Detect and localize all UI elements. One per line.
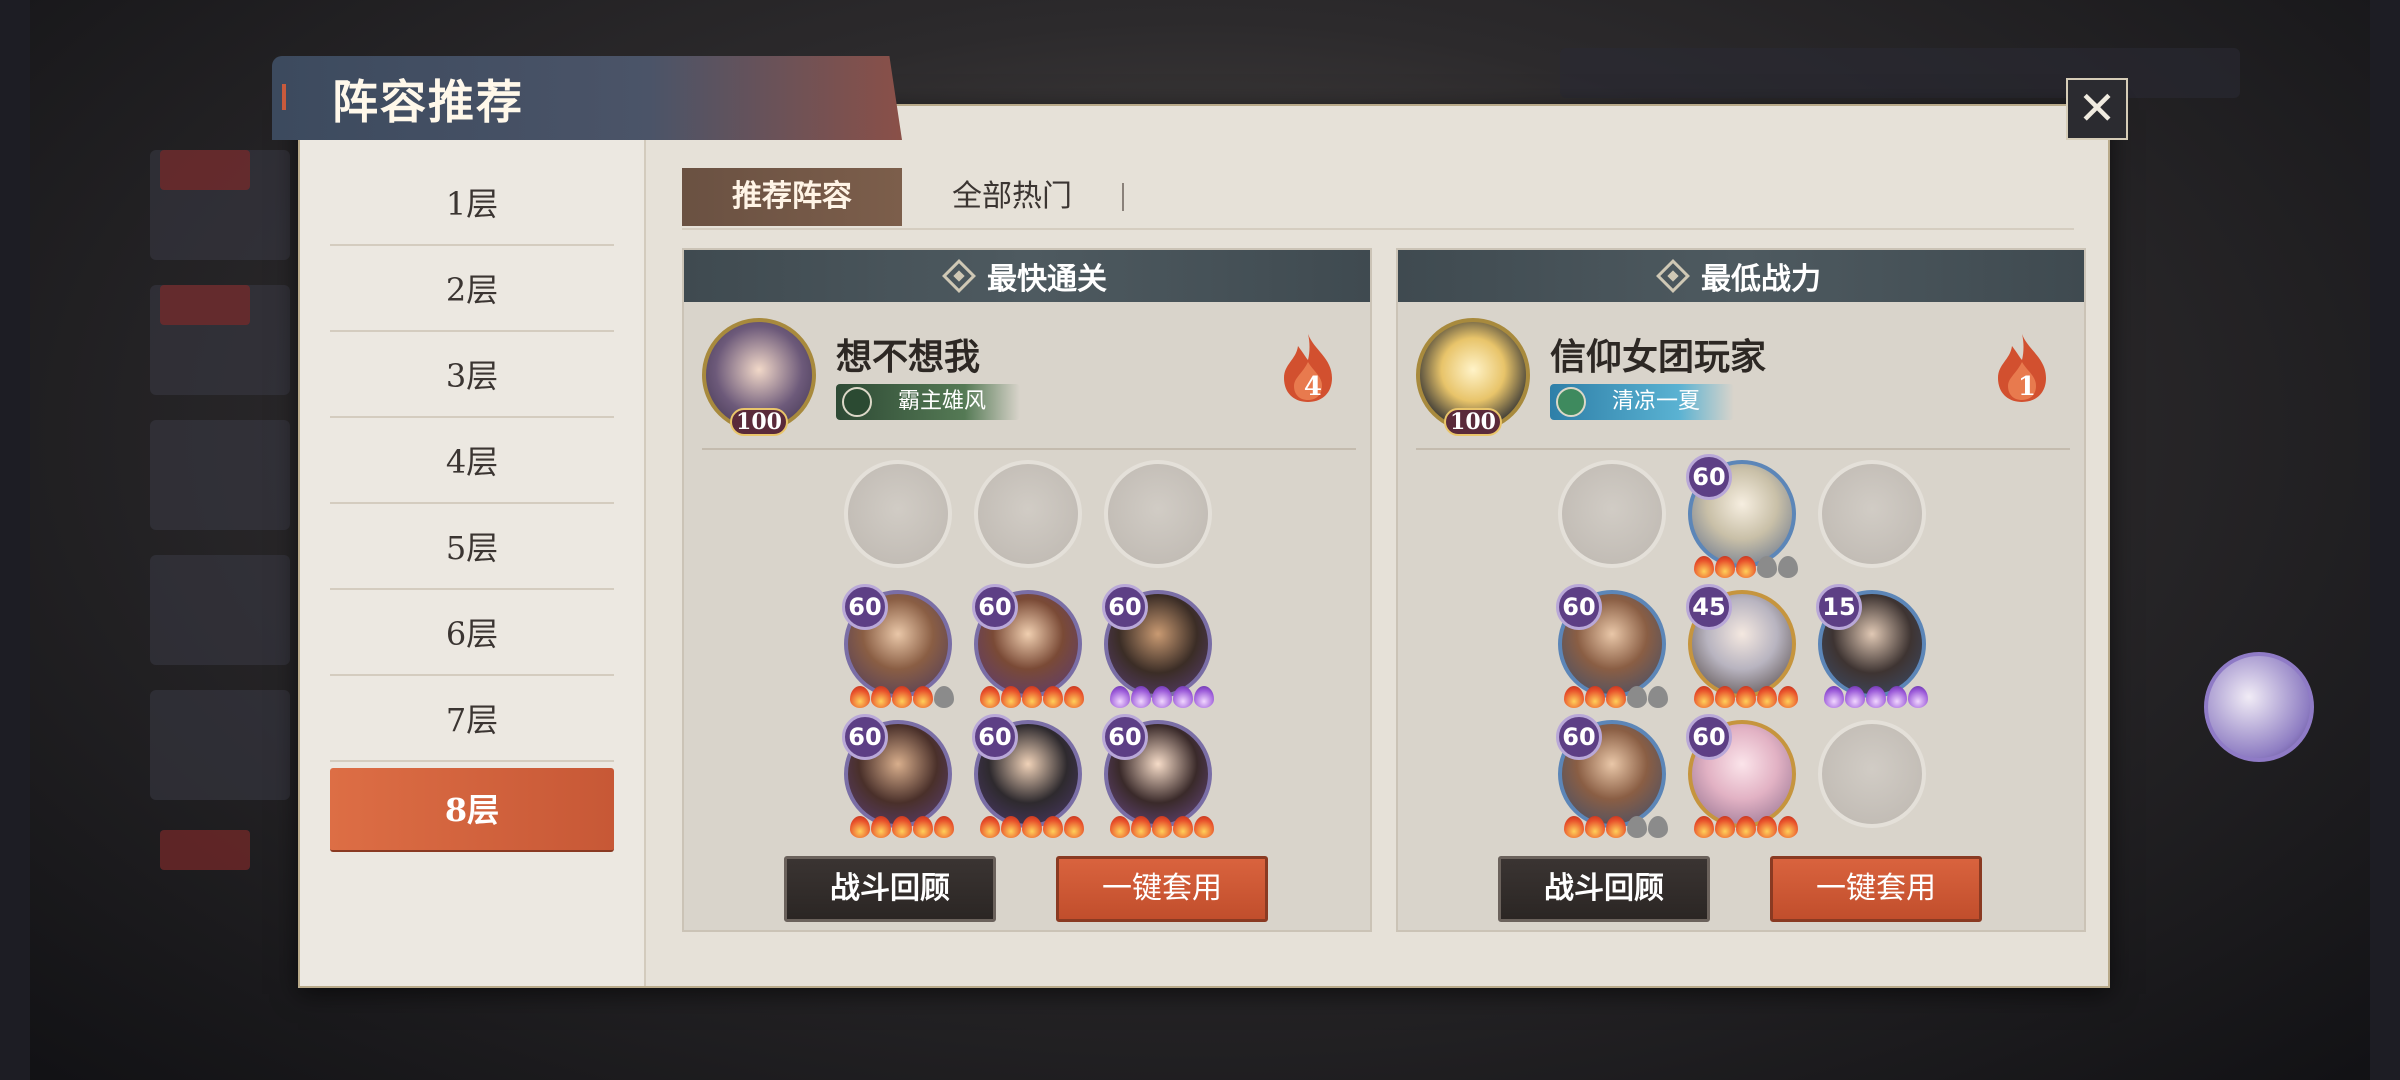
lineup-card-fastest: 最快通关 100 想不想我 霸主雄风 4 60 60 60 60 60 60 战… xyxy=(682,248,1372,932)
star-rating xyxy=(978,816,1086,838)
close-button[interactable]: ✕ xyxy=(2066,78,2128,140)
hero-level: 60 xyxy=(1556,714,1602,760)
lineup-card-lowest-power: 最低战力 100 信仰女团玩家 清凉一夏 1 60 60 45 15 60 60… xyxy=(1396,248,2086,932)
hero-level: 60 xyxy=(972,714,1018,760)
hero-slot[interactable]: 60 xyxy=(972,714,1084,838)
battle-review-button[interactable]: 战斗回顾 xyxy=(1498,856,1710,922)
player-title: 霸主雄风 xyxy=(898,389,987,414)
hero-level: 60 xyxy=(1556,584,1602,630)
hero-slot[interactable]: 45 xyxy=(1686,584,1798,708)
hero-slot[interactable]: 60 xyxy=(1686,714,1798,838)
hero-level: 60 xyxy=(1102,714,1148,760)
card-header: 最快通关 xyxy=(684,250,1370,302)
floor-item-1[interactable]: 1层 xyxy=(330,162,614,246)
tabs-underline xyxy=(682,228,2074,230)
title-emblem-icon xyxy=(842,387,872,417)
hero-grid: 60 60 60 60 60 60 xyxy=(684,460,1374,840)
background-card xyxy=(150,690,290,800)
star-rating xyxy=(848,686,956,708)
card-heading: 最快通关 xyxy=(987,262,1107,297)
player-row: 100 信仰女团玩家 清凉一夏 1 xyxy=(1416,318,2070,450)
hero-slot[interactable]: 60 xyxy=(972,584,1084,708)
hero-slot[interactable]: 60 xyxy=(1102,714,1214,838)
right-border xyxy=(2370,0,2400,1080)
diamond-icon xyxy=(1656,259,1690,293)
header-accent xyxy=(282,84,286,110)
star-rating xyxy=(1692,556,1800,578)
star-rating xyxy=(1108,686,1216,708)
background-card xyxy=(150,555,290,665)
player-name: 想不想我 xyxy=(836,336,981,378)
empty-slot xyxy=(1104,460,1212,568)
floor-item-7[interactable]: 7层 xyxy=(330,678,614,762)
star-rating xyxy=(978,686,1086,708)
lineup-content: 推荐阵容 全部热门 最快通关 100 想不想我 霸主雄风 4 60 60 60 … xyxy=(648,140,2108,986)
empty-slot xyxy=(974,460,1082,568)
hero-slot[interactable]: 60 xyxy=(1556,714,1668,838)
hero-slot[interactable]: 60 xyxy=(842,584,954,708)
player-title-badge: 清凉一夏 xyxy=(1550,384,1735,420)
background-badge xyxy=(160,150,250,190)
background-badge xyxy=(160,830,250,870)
star-rating xyxy=(1692,686,1800,708)
star-rating xyxy=(1692,816,1800,838)
star-rating xyxy=(848,816,956,838)
floor-item-5[interactable]: 5层 xyxy=(330,506,614,590)
lineup-tabs: 推荐阵容 全部热门 xyxy=(682,168,1124,226)
tab-all-popular[interactable]: 全部热门 xyxy=(902,168,1122,226)
hero-level: 60 xyxy=(842,714,888,760)
hero-level: 15 xyxy=(1816,584,1862,630)
palm-icon xyxy=(1556,387,1586,417)
pass-count: 4 xyxy=(1303,372,1322,402)
hero-slot[interactable]: 60 xyxy=(1102,584,1214,708)
card-header: 最低战力 xyxy=(1398,250,2084,302)
diamond-icon xyxy=(942,259,976,293)
floor-item-6[interactable]: 6层 xyxy=(330,592,614,676)
player-title-badge: 霸主雄风 xyxy=(836,384,1021,420)
pass-count: 1 xyxy=(2017,372,2036,402)
empty-slot xyxy=(1558,460,1666,568)
hero-slot[interactable]: 60 xyxy=(842,714,954,838)
star-rating xyxy=(1562,816,1670,838)
tab-divider xyxy=(1122,183,1124,211)
player-level: 100 xyxy=(1444,408,1502,436)
floor-item-2[interactable]: 2层 xyxy=(330,248,614,332)
player-title: 清凉一夏 xyxy=(1612,389,1701,414)
left-border xyxy=(0,0,30,1080)
hero-level: 45 xyxy=(1686,584,1732,630)
player-level: 100 xyxy=(730,408,788,436)
floating-assistant-avatar[interactable] xyxy=(2204,652,2314,762)
hero-level: 60 xyxy=(1102,584,1148,630)
player-row: 100 想不想我 霸主雄风 4 xyxy=(702,318,1356,450)
close-icon: ✕ xyxy=(2077,81,2117,135)
floor-item-3[interactable]: 3层 xyxy=(330,334,614,418)
player-name: 信仰女团玩家 xyxy=(1550,336,1767,378)
page-title: 阵容推荐 xyxy=(332,75,524,129)
hero-slot[interactable]: 60 xyxy=(1686,454,1798,578)
background-topbar xyxy=(1560,48,2240,98)
hero-grid: 60 60 45 15 60 60 xyxy=(1398,454,2088,840)
hero-level: 60 xyxy=(972,584,1018,630)
hero-slot[interactable]: 15 xyxy=(1816,584,1928,708)
tab-recommended[interactable]: 推荐阵容 xyxy=(682,168,902,226)
star-rating xyxy=(1562,686,1670,708)
background-badge xyxy=(160,285,250,325)
hero-slot[interactable]: 60 xyxy=(1556,584,1668,708)
empty-slot xyxy=(1818,460,1926,568)
floor-item-4[interactable]: 4层 xyxy=(330,420,614,504)
floor-sidebar: 1层 2层 3层 4层 5层 6层 7层 8层 xyxy=(300,140,646,986)
card-heading: 最低战力 xyxy=(1701,262,1821,297)
floor-item-8[interactable]: 8层 xyxy=(330,768,614,852)
hero-level: 60 xyxy=(842,584,888,630)
background-card xyxy=(150,420,290,530)
star-rating xyxy=(1108,816,1216,838)
hero-level: 60 xyxy=(1686,714,1732,760)
star-rating xyxy=(1822,686,1930,708)
apply-lineup-button[interactable]: 一键套用 xyxy=(1770,856,1982,922)
battle-review-button[interactable]: 战斗回顾 xyxy=(784,856,996,922)
apply-lineup-button[interactable]: 一键套用 xyxy=(1056,856,1268,922)
empty-slot xyxy=(844,460,952,568)
empty-slot xyxy=(1818,720,1926,828)
hero-level: 60 xyxy=(1686,454,1732,500)
